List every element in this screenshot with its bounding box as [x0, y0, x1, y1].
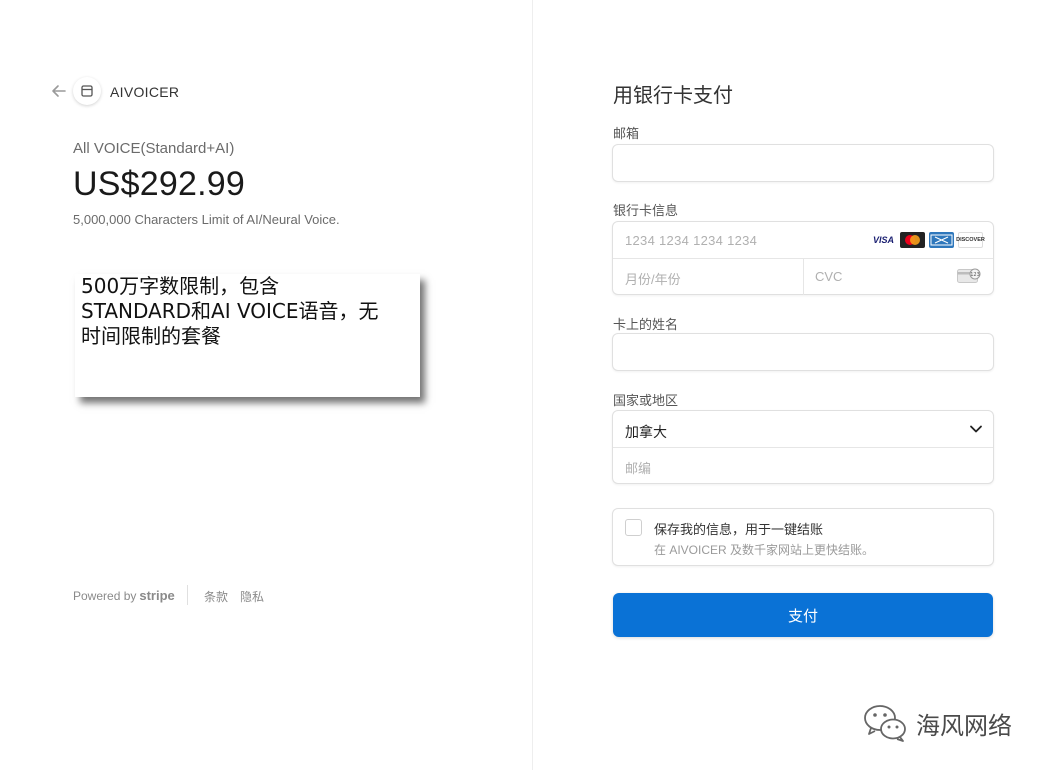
privacy-link[interactable]: 隐私 [240, 588, 264, 605]
chevron-down-icon[interactable] [969, 423, 983, 435]
annotation-note-text: 500万字数限制，包含 STANDARD和AI VOICE语音，无 时间限制的套… [81, 274, 379, 348]
payment-form-title: 用银行卡支付 [613, 85, 733, 107]
country-postal-group: 加拿大 邮编 [612, 410, 994, 484]
powered-by-label: Powered by [73, 588, 137, 603]
discover-icon: DISCOVER [956, 232, 985, 248]
mastercard-icon [900, 232, 925, 248]
stripe-logo: stripe [139, 588, 175, 603]
expiry-input[interactable]: 月份/年份 [625, 269, 681, 288]
card-info-label: 银行卡信息 [613, 203, 679, 218]
cardholder-name-label: 卡上的姓名 [613, 317, 679, 332]
card-info-group: 1234 1234 1234 1234 VISA DISCOVER 月份/年份 … [612, 221, 994, 295]
cardholder-name-field[interactable] [612, 333, 994, 371]
watermark-text: 海风网络 [916, 711, 1012, 740]
cvc-card-icon: 123 [957, 268, 981, 283]
product-name: All VOICE(Standard+AI) [73, 140, 235, 157]
save-info-title[interactable]: 保存我的信息，用于一键结账 [654, 519, 823, 538]
email-field[interactable] [612, 144, 994, 182]
card-column-divider [803, 258, 804, 295]
save-info-checkbox[interactable] [625, 519, 642, 536]
order-summary-pane: AIVOICER All VOICE(Standard+AI) US$292.9… [0, 0, 532, 770]
svg-text:123: 123 [970, 272, 980, 278]
merchant-logo-icon [73, 77, 101, 105]
product-price: US$292.99 [73, 165, 245, 203]
visa-icon: VISA [871, 232, 896, 248]
postal-code-input[interactable]: 邮编 [625, 458, 651, 477]
product-description: 5,000,000 Characters Limit of AI/Neural … [73, 212, 340, 227]
watermark: 海风网络 [862, 703, 1012, 743]
country-select[interactable]: 加拿大 [625, 422, 667, 442]
footer-divider [187, 585, 188, 605]
back-arrow-icon[interactable] [50, 82, 68, 100]
payment-form-pane [533, 0, 1054, 770]
wechat-icon [864, 705, 906, 742]
card-brand-icons: VISA DISCOVER [871, 232, 985, 248]
country-row-divider [613, 447, 993, 448]
save-info-box: 保存我的信息，用于一键结账 在 AIVOICER 及数千家网站上更快结账。 [612, 508, 994, 566]
cvc-input[interactable]: CVC [815, 269, 842, 284]
email-label: 邮箱 [613, 126, 640, 141]
merchant-name[interactable]: AIVOICER [110, 84, 179, 100]
save-info-subtitle: 在 AIVOICER 及数千家网站上更快结账。 [654, 543, 875, 557]
amex-icon [929, 232, 954, 248]
powered-by-stripe[interactable]: Powered by stripe [73, 588, 175, 603]
terms-link[interactable]: 条款 [204, 588, 228, 605]
pay-button[interactable]: 支付 [613, 593, 993, 637]
country-label: 国家或地区 [613, 393, 679, 408]
annotation-note-card: 500万字数限制，包含 STANDARD和AI VOICE语音，无 时间限制的套… [75, 274, 420, 397]
card-number-input[interactable]: 1234 1234 1234 1234 [625, 233, 757, 248]
